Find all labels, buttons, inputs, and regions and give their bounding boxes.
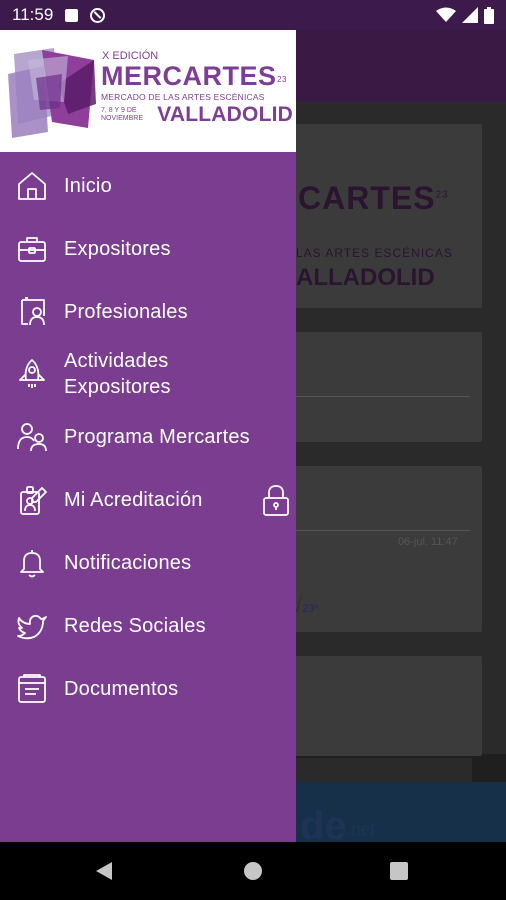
presenter-icon	[21, 296, 45, 325]
menu-item-expositores[interactable]: Expositores	[0, 217, 296, 280]
logo-dates: 7, 8 Y 9 DE NOVIEMBRE	[101, 107, 144, 122]
mercartes-logo-icon	[8, 48, 96, 138]
home-button[interactable]	[244, 862, 262, 880]
menu-item-redes-sociales[interactable]: Redes Sociales	[0, 594, 296, 657]
logo-wordmark: X EDICIÓN MERCARTES 23 MERCADO DE LAS ART…	[101, 50, 293, 127]
twitter-icon	[17, 614, 47, 639]
menu-item-label: Actividades Expositores	[64, 350, 171, 398]
drawer-header: X EDICIÓN MERCARTES 23 MERCADO DE LAS ART…	[0, 30, 296, 152]
menu-item-inicio[interactable]: Inicio	[0, 154, 296, 217]
background-city: ALLADOLID	[296, 264, 435, 291]
menu-item-notificaciones[interactable]: Notificaciones	[0, 531, 296, 594]
menu-item-label: Programa Mercartes	[64, 425, 250, 448]
home-icon	[18, 171, 46, 200]
do-not-disturb-icon	[90, 7, 106, 23]
status-time: 11:59	[12, 5, 54, 24]
logo-city: VALLADOLID	[157, 103, 293, 126]
background-brand-text: CARTES23	[298, 180, 449, 216]
menu-item-profesionales[interactable]: Profesionales	[0, 280, 296, 343]
menu-item-actividades-expositores[interactable]: Actividades Expositores	[0, 343, 296, 405]
logo-bottom-row: 7, 8 Y 9 DE NOVIEMBRE VALLADOLID	[101, 103, 293, 127]
document-icon	[18, 673, 46, 703]
menu-item-label: Expositores	[64, 237, 171, 260]
menu-item-programa-mercartes[interactable]: Programa Mercartes	[0, 405, 296, 468]
menu-item-label: Redes Sociales	[64, 614, 206, 637]
menu-item-mi-acreditacion[interactable]: Mi Acreditación	[0, 468, 296, 531]
system-navigation-bar	[0, 842, 506, 900]
menu-item-documentos[interactable]: Documentos	[0, 657, 296, 720]
recent-apps-button[interactable]	[390, 862, 408, 880]
divider	[296, 530, 470, 531]
bell-icon	[20, 549, 44, 577]
back-button[interactable]	[96, 862, 112, 880]
post-date: 06-jul. 11:47	[398, 536, 458, 548]
logo-subtitle: MERCADO DE LAS ARTES ESCÉNICAS	[101, 92, 265, 102]
menu-item-label: Mi Acreditación	[64, 488, 203, 511]
signal-icon	[462, 7, 478, 23]
drawer-menu: Inicio Expositores Profesionales Activid…	[0, 154, 296, 720]
menu-item-label: Notificaciones	[64, 551, 192, 574]
people-icon	[17, 422, 47, 451]
wifi-icon	[436, 7, 456, 22]
menu-item-label: Documentos	[64, 677, 179, 700]
background-subtitle: LAS ARTES ESCÉNICAS	[296, 246, 453, 260]
status-bar: 11:59	[0, 0, 506, 30]
logo-name: MERCARTES 23	[101, 61, 287, 91]
briefcase-icon	[18, 236, 46, 262]
lock-icon	[263, 484, 289, 516]
rocket-icon	[19, 359, 45, 388]
divider	[296, 396, 470, 397]
notification-square-icon	[65, 8, 79, 22]
background-fraction: /23º	[296, 592, 319, 617]
accreditation-icon	[20, 485, 47, 515]
battery-icon	[484, 6, 494, 24]
ad-suffix: .net	[346, 818, 376, 840]
menu-item-label: Inicio	[64, 174, 112, 197]
menu-item-label: Profesionales	[64, 300, 188, 323]
navigation-drawer: X EDICIÓN MERCARTES 23 MERCADO DE LAS ART…	[0, 30, 296, 842]
